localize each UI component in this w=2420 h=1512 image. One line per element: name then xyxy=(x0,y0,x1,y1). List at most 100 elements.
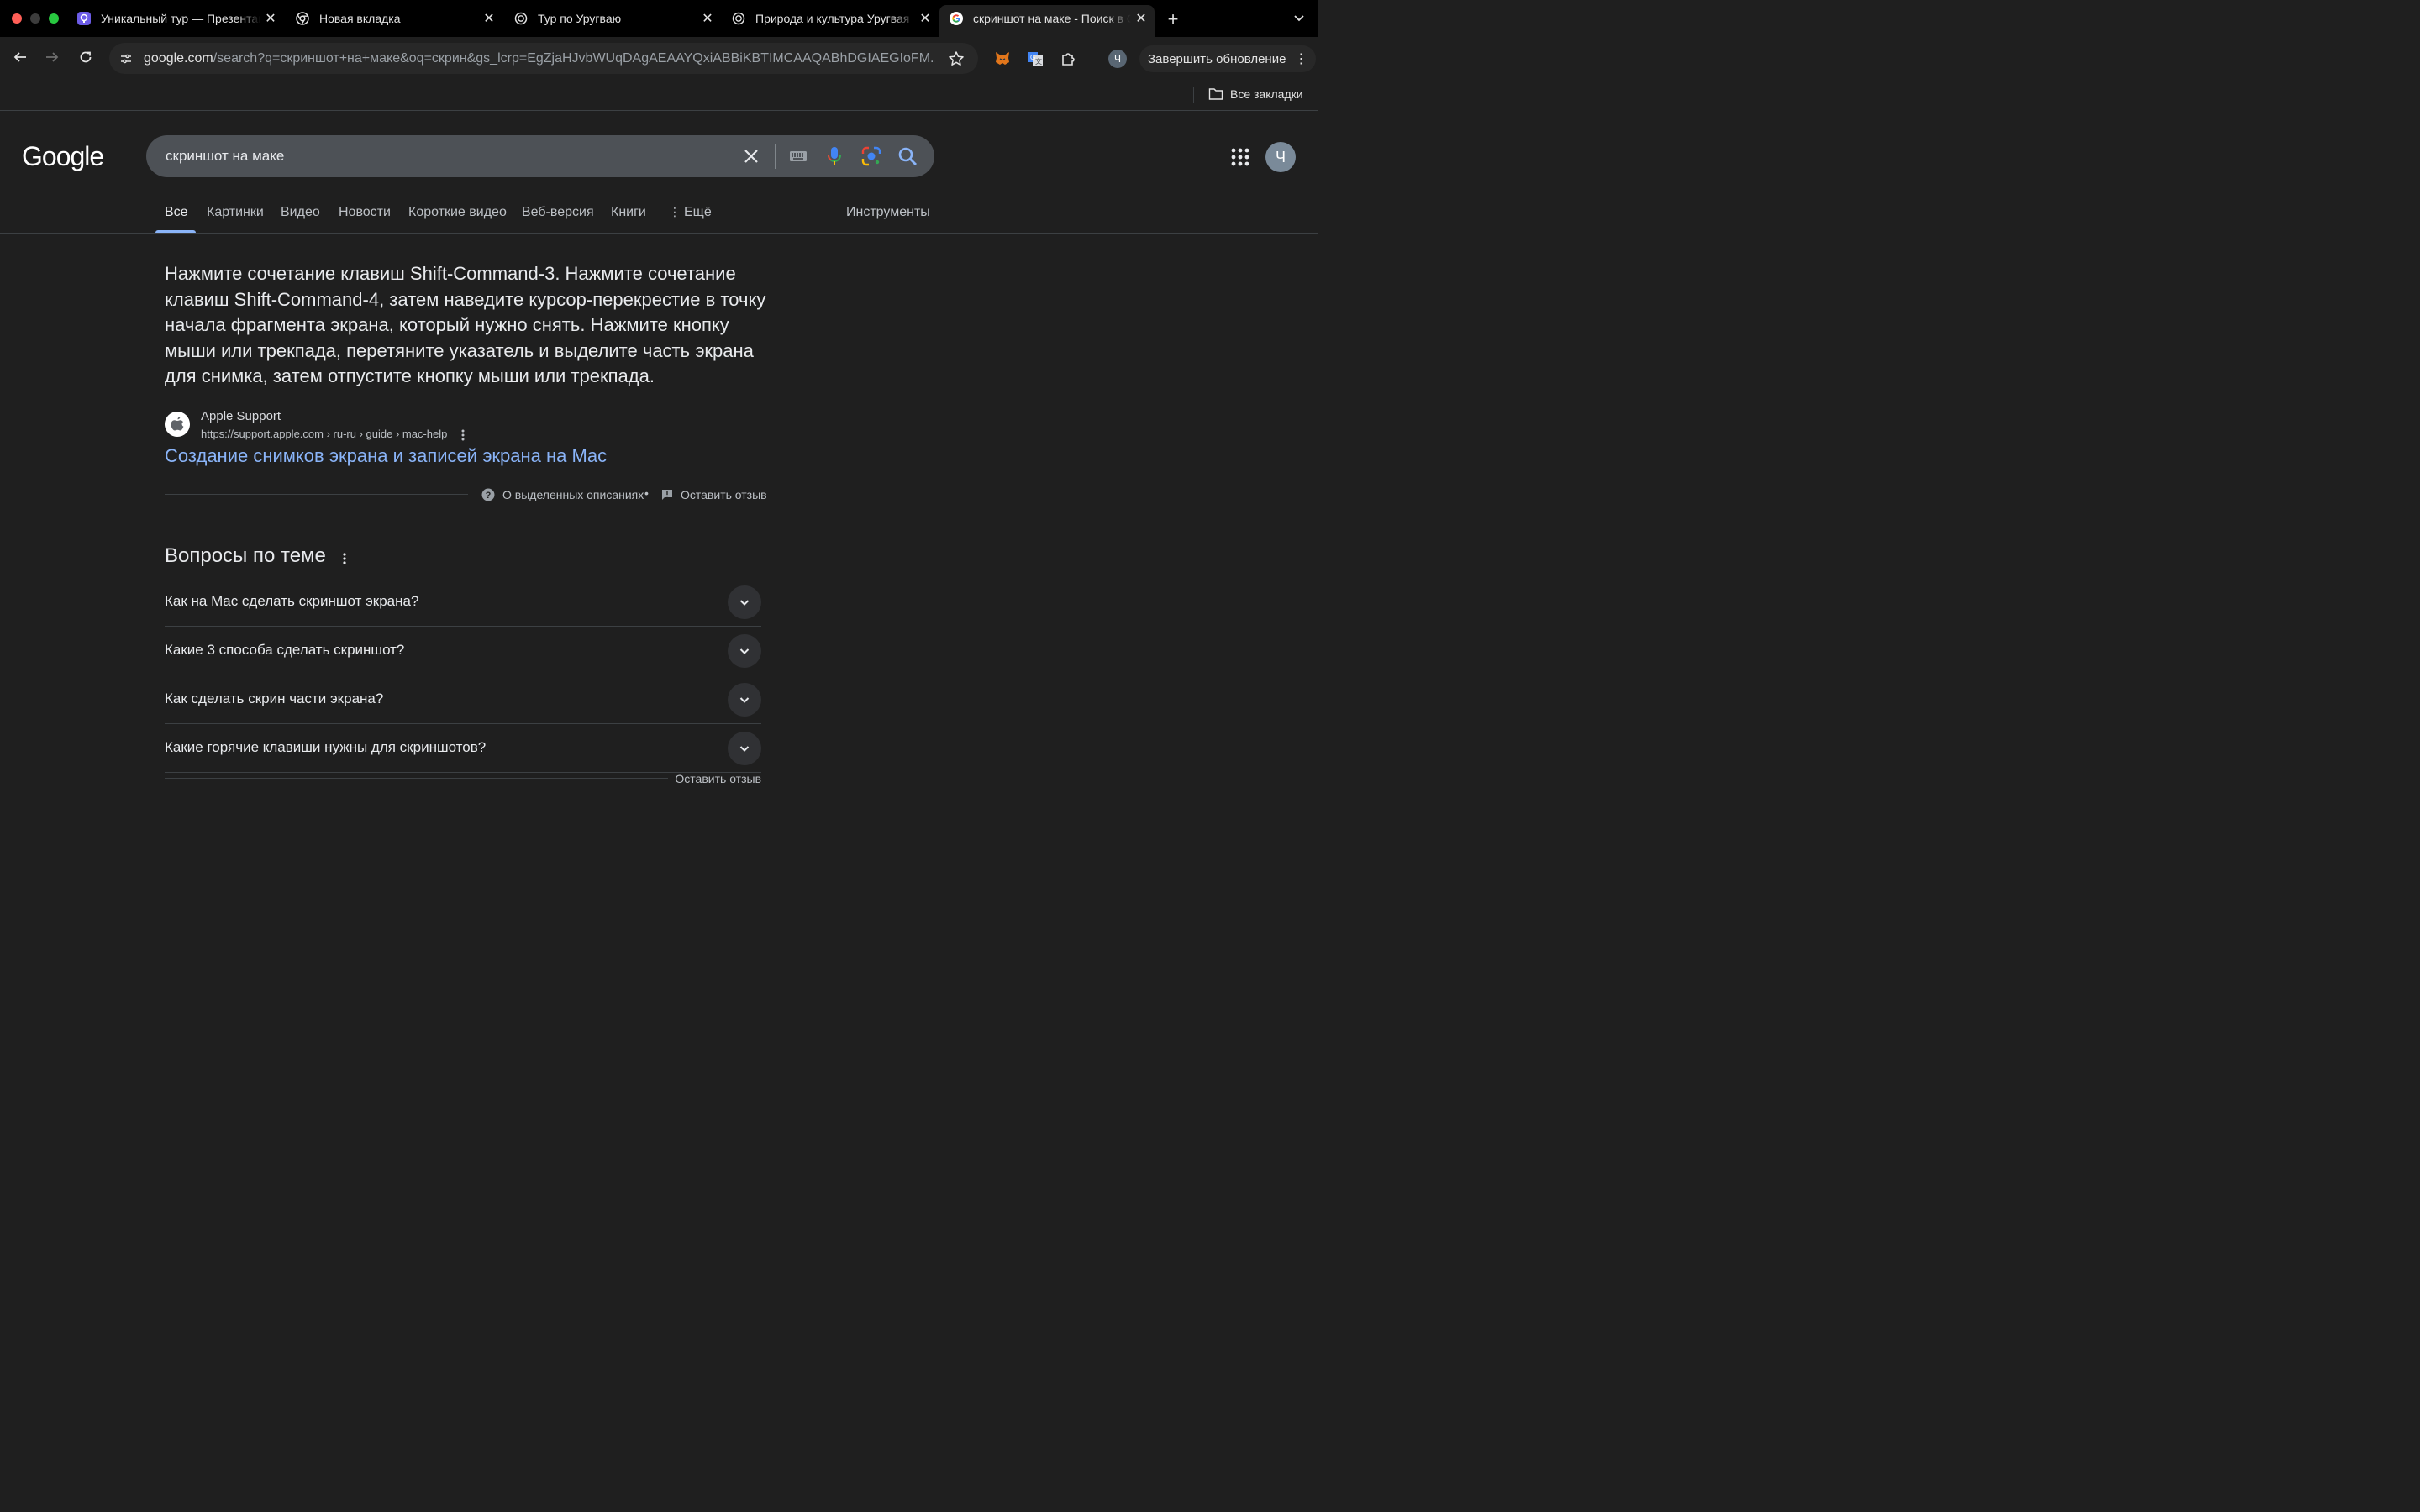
bookmarks-divider xyxy=(1193,87,1194,103)
more-vertical-icon[interactable] xyxy=(459,428,467,442)
tab-title: скриншот на маке - Поиск в Google xyxy=(973,12,1131,25)
browser-tab[interactable]: Тур по Уругваю ✕ xyxy=(504,5,721,32)
question-text: Какие 3 способа сделать скриншот? xyxy=(165,642,405,658)
tab-title: Новая вкладка xyxy=(319,12,401,25)
tab-more[interactable]: ⋮ Ещё xyxy=(669,205,712,220)
account-avatar[interactable]: Ч xyxy=(1265,142,1296,172)
tab-books[interactable]: Книги xyxy=(611,205,646,220)
close-tab-icon[interactable]: ✕ xyxy=(697,10,718,27)
related-questions-list: Как на Mac сделать скриншот экрана? Каки… xyxy=(165,578,761,773)
search-tabs: Все Картинки Видео Новости Короткие виде… xyxy=(0,202,1318,234)
svg-text:文: 文 xyxy=(1035,57,1042,66)
browser-tab[interactable]: Природа и культура Уругвая ✕ xyxy=(722,5,939,32)
tab-more-label: Ещё xyxy=(684,205,712,219)
window-close-button[interactable] xyxy=(12,13,22,24)
close-tab-icon[interactable]: ✕ xyxy=(915,10,935,27)
featured-snippet-text: Нажмите сочетание клавиш Shift-Command-3… xyxy=(165,263,766,386)
new-tab-button[interactable]: + xyxy=(1163,8,1183,30)
search-input[interactable]: скриншот на маке xyxy=(166,148,284,165)
all-bookmarks-label: Все закладки xyxy=(1230,87,1303,101)
related-question[interactable]: Как сделать скрин части экрана? xyxy=(165,675,761,724)
source-url[interactable]: https://support.apple.com › ru-ru › guid… xyxy=(201,428,447,440)
window-minimize-button[interactable] xyxy=(30,13,40,24)
tab-search-chevron-icon[interactable] xyxy=(1289,10,1309,27)
url-text: google.com/search?q=скриншот+на+маке&oq=… xyxy=(144,51,935,66)
url-host: google.com xyxy=(144,50,213,66)
tab-title: Природа и культура Уругвая xyxy=(755,12,910,25)
address-bar[interactable]: google.com/search?q=скриншот+на+маке&oq=… xyxy=(109,43,978,74)
back-button[interactable] xyxy=(10,47,30,67)
keyboard-icon[interactable] xyxy=(788,146,808,166)
google-apps-grid-icon[interactable] xyxy=(1229,146,1251,168)
more-vertical-icon[interactable] xyxy=(340,551,349,566)
browser-tab-active[interactable]: скриншот на маке - Поиск в Google ✕ xyxy=(939,5,1155,37)
question-text: Как на Mac сделать скриншот экрана? xyxy=(165,593,419,609)
apple-logo-icon xyxy=(165,412,190,437)
source-name[interactable]: Apple Support xyxy=(201,409,281,423)
openai-icon xyxy=(732,12,745,25)
chrome-icon xyxy=(296,12,309,25)
help-question-icon: ? xyxy=(481,488,495,501)
expand-chevron-icon[interactable] xyxy=(728,732,761,765)
svg-text:?: ? xyxy=(486,491,492,501)
close-tab-icon[interactable]: ✕ xyxy=(260,10,281,27)
reload-button[interactable] xyxy=(76,47,96,67)
tab-videos[interactable]: Видео xyxy=(281,205,320,220)
presentation-app-icon xyxy=(77,12,91,25)
openai-icon xyxy=(514,12,528,25)
extensions-puzzle-icon[interactable] xyxy=(1060,50,1078,68)
close-tab-icon[interactable]: ✕ xyxy=(479,10,499,27)
tab-strip: Уникальный тур — Презентация ✕ Новая вкл… xyxy=(0,0,1318,37)
bookmark-star-icon[interactable] xyxy=(948,50,965,67)
forward-button[interactable] xyxy=(42,47,62,67)
tab-all[interactable]: Все xyxy=(165,205,188,220)
search-icon[interactable] xyxy=(897,145,918,167)
tools-button[interactable]: Инструменты xyxy=(846,205,930,220)
microphone-icon[interactable] xyxy=(824,145,844,167)
featured-snippet-source: Apple Support https://support.apple.com … xyxy=(165,408,770,445)
search-box[interactable]: скриншот на маке xyxy=(146,135,934,177)
browser-profile-avatar[interactable]: Ч xyxy=(1108,50,1127,68)
close-tab-icon[interactable]: ✕ xyxy=(1131,10,1151,27)
more-vertical-icon: ⋮ xyxy=(669,205,681,218)
back-arrow-icon xyxy=(13,52,26,62)
site-info-icon[interactable] xyxy=(118,50,134,67)
tab-title: Тур по Уругваю xyxy=(538,12,622,25)
tab-news[interactable]: Новости xyxy=(339,205,391,220)
bookmarks-bar: Все закладки xyxy=(0,79,1318,111)
divider xyxy=(165,778,668,779)
tab-web[interactable]: Веб-версия xyxy=(522,205,594,220)
all-bookmarks-button[interactable]: Все закладки xyxy=(1208,87,1303,101)
related-question[interactable]: Как на Mac сделать скриншот экрана? xyxy=(165,578,761,627)
separator-dot: • xyxy=(644,486,649,500)
metamask-extension-icon[interactable] xyxy=(993,50,1012,68)
related-questions-footer: Оставить отзыв xyxy=(165,769,761,788)
window-maximize-button[interactable] xyxy=(49,13,59,24)
related-question[interactable]: Какие 3 способа сделать скриншот? xyxy=(165,627,761,675)
related-question[interactable]: Какие горячие клавиши нужны для скриншот… xyxy=(165,724,761,773)
expand-chevron-icon[interactable] xyxy=(728,634,761,668)
tab-short-videos[interactable]: Короткие видео xyxy=(408,205,507,220)
result-title-link[interactable]: Создание снимков экрана и записей экрана… xyxy=(165,445,607,467)
google-icon xyxy=(950,12,963,25)
finish-update-button[interactable]: Завершить обновление ⋮ xyxy=(1139,45,1317,72)
divider xyxy=(165,494,468,495)
reload-icon xyxy=(80,51,92,63)
google-lens-icon[interactable] xyxy=(860,145,882,167)
question-text: Какие горячие клавиши нужны для скриншот… xyxy=(165,739,487,755)
about-featured-snippets-link[interactable]: О выделенных описаниях xyxy=(502,488,644,501)
browser-tab[interactable]: Уникальный тур — Презентация ✕ xyxy=(67,5,284,32)
expand-chevron-icon[interactable] xyxy=(728,585,761,619)
tab-images[interactable]: Картинки xyxy=(207,205,264,220)
expand-chevron-icon[interactable] xyxy=(728,683,761,717)
feedback-icon xyxy=(662,490,672,500)
finish-update-label: Завершить обновление xyxy=(1148,51,1286,66)
translate-extension-icon[interactable]: G文 xyxy=(1026,50,1044,68)
question-text: Как сделать скрин части экрана? xyxy=(165,690,384,706)
forward-arrow-icon xyxy=(46,52,59,62)
browser-tab[interactable]: Новая вкладка ✕ xyxy=(286,5,502,32)
feedback-link[interactable]: Оставить отзыв xyxy=(681,488,767,501)
google-logo[interactable]: Google xyxy=(22,141,104,172)
feedback-link[interactable]: Оставить отзыв xyxy=(675,772,761,785)
clear-search-icon[interactable] xyxy=(741,146,761,166)
